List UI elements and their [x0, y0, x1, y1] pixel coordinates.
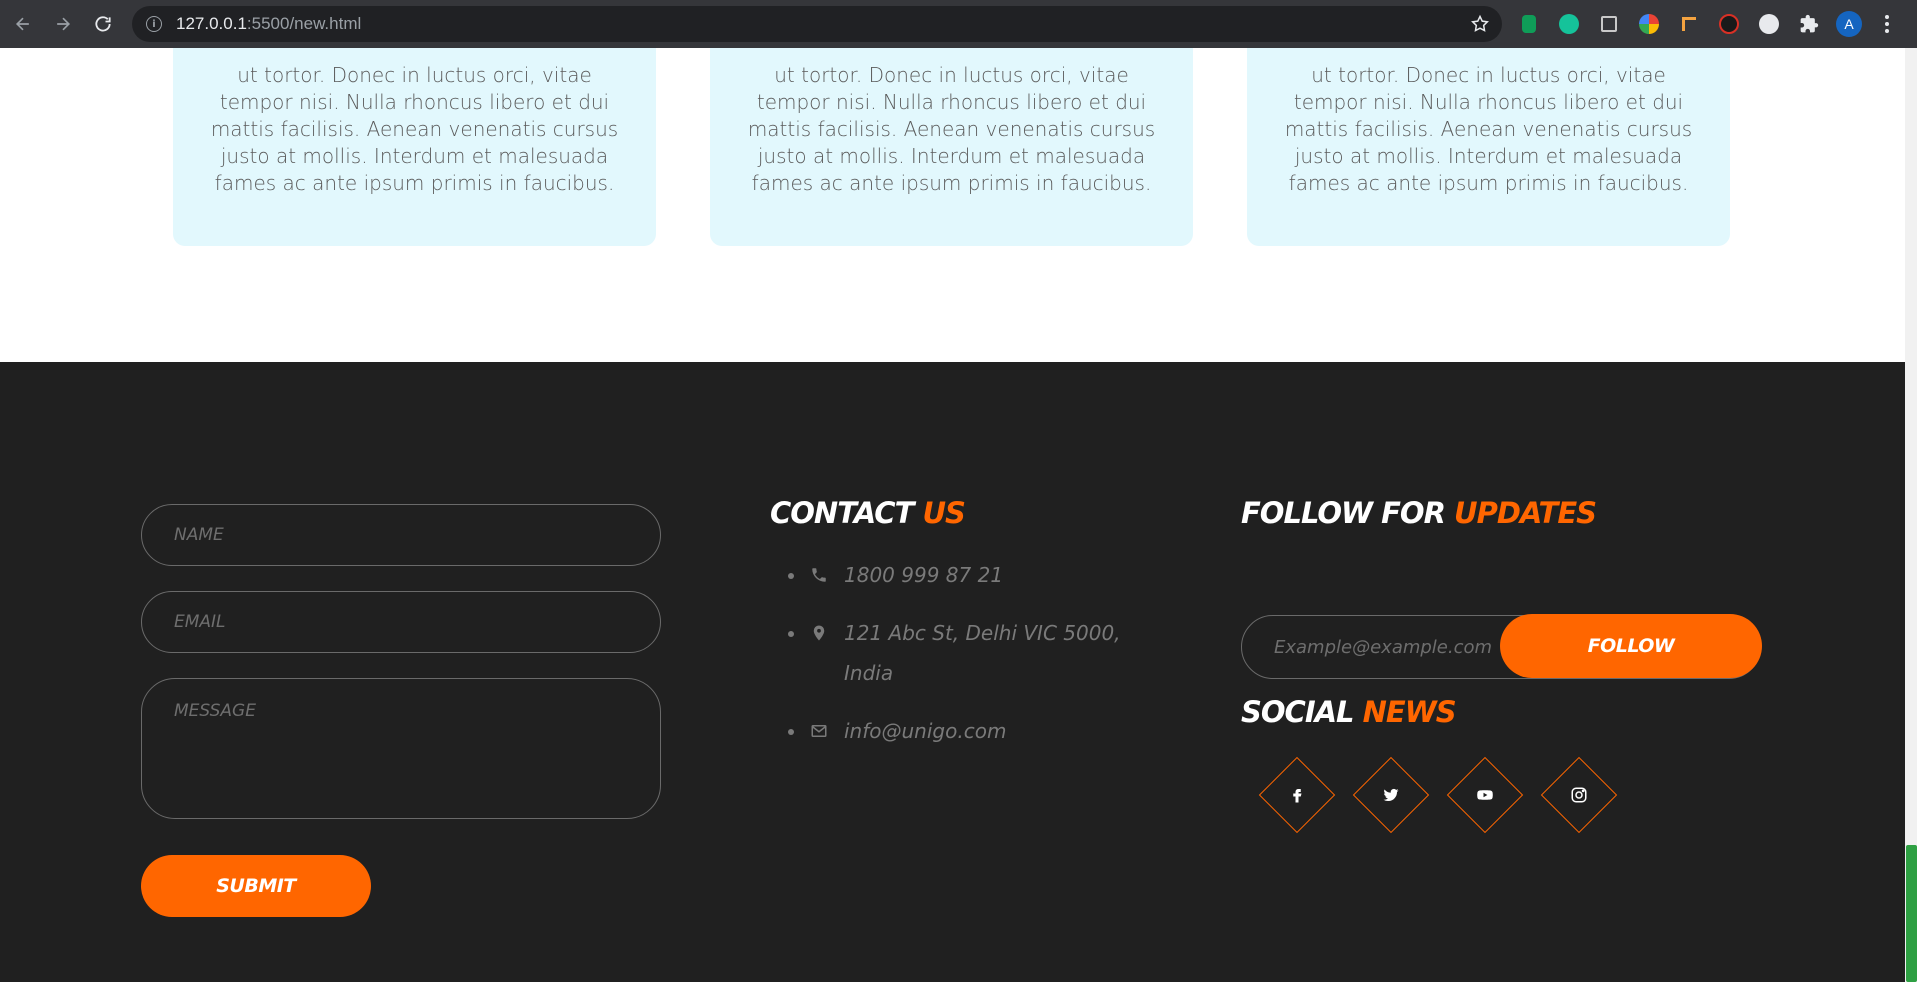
- extension-pen-icon[interactable]: [1595, 10, 1623, 38]
- social-links: [1258, 756, 1646, 834]
- extension-bracket-icon[interactable]: [1675, 10, 1703, 38]
- youtube-icon: [1477, 790, 1493, 800]
- url-text: 127.0.0.1:5500/new.html: [176, 14, 362, 33]
- browser-menu-icon[interactable]: [1875, 10, 1899, 38]
- facebook-icon: [1293, 789, 1302, 803]
- instagram-icon: [1571, 787, 1587, 803]
- submit-button[interactable]: SUBMIT: [141, 855, 371, 917]
- contact-heading: CONTACT US: [770, 496, 966, 530]
- envelope-icon: [811, 725, 827, 737]
- profile-avatar[interactable]: A: [1835, 10, 1863, 38]
- scrollbar-thumb[interactable]: [1906, 845, 1917, 982]
- card-text: ut tortor. Donec in luctus orci, vitae t…: [1284, 63, 1693, 195]
- address-bar[interactable]: i 127.0.0.1:5500/new.html: [132, 6, 1502, 42]
- name-field[interactable]: [141, 504, 661, 566]
- instagram-link[interactable]: [1540, 756, 1618, 834]
- follow-heading: FOLLOW FOR UPDATES: [1241, 496, 1597, 530]
- twitter-link[interactable]: [1352, 756, 1430, 834]
- extensions-puzzle-icon[interactable]: [1795, 10, 1823, 38]
- feature-card: ut tortor. Donec in luctus orci, vitae t…: [1247, 48, 1730, 246]
- site-info-icon[interactable]: i: [146, 16, 162, 32]
- extension-leaf-icon[interactable]: [1515, 10, 1543, 38]
- bookmark-star-icon[interactable]: [1470, 14, 1490, 34]
- arrow-right-icon: [57, 17, 71, 31]
- reload-icon: [95, 16, 111, 32]
- arrow-left-icon: [15, 17, 29, 31]
- email-field[interactable]: [141, 591, 661, 653]
- extensions-bar: A: [1515, 10, 1899, 38]
- phone-icon: [812, 568, 826, 582]
- contact-list: 1800 999 87 21 121 Abc St, Delhi VIC 500…: [788, 555, 1128, 769]
- card-text: ut tortor. Donec in luctus orci, vitae t…: [747, 63, 1156, 195]
- footer: SUBMIT CONTACT US 1800 999 87 21 121 Abc…: [0, 362, 1905, 982]
- back-button[interactable]: [6, 7, 40, 41]
- feature-card: ut tortor. Donec in luctus orci, vitae t…: [710, 48, 1193, 246]
- page-viewport: ut tortor. Donec in luctus orci, vitae t…: [0, 48, 1905, 982]
- message-field[interactable]: [141, 678, 661, 819]
- extension-red-icon[interactable]: [1715, 10, 1743, 38]
- facebook-link[interactable]: [1258, 756, 1336, 834]
- youtube-link[interactable]: [1446, 756, 1524, 834]
- follow-button[interactable]: FOLLOW: [1500, 614, 1762, 678]
- card-text: ut tortor. Donec in luctus orci, vitae t…: [210, 63, 619, 195]
- page-scrollbar[interactable]: [1905, 48, 1917, 982]
- contact-email: info@unigo.com: [788, 711, 1128, 751]
- social-heading: SOCIAL NEWS: [1241, 695, 1457, 729]
- extension-circle-icon[interactable]: [1755, 10, 1783, 38]
- follow-email-input[interactable]: [1242, 616, 1512, 678]
- feature-card: ut tortor. Donec in luctus orci, vitae t…: [173, 48, 656, 246]
- contact-address: 121 Abc St, Delhi VIC 5000, India: [788, 613, 1128, 693]
- twitter-icon: [1383, 788, 1399, 802]
- contact-phone: 1800 999 87 21: [788, 555, 1128, 595]
- browser-toolbar: i 127.0.0.1:5500/new.html A: [0, 0, 1917, 48]
- forward-button[interactable]: [46, 7, 80, 41]
- extension-colorful-icon[interactable]: [1635, 10, 1663, 38]
- map-pin-icon: [813, 625, 825, 641]
- feature-cards-section: ut tortor. Donec in luctus orci, vitae t…: [0, 48, 1905, 362]
- reload-button[interactable]: [86, 7, 120, 41]
- extension-grammarly-icon[interactable]: [1555, 10, 1583, 38]
